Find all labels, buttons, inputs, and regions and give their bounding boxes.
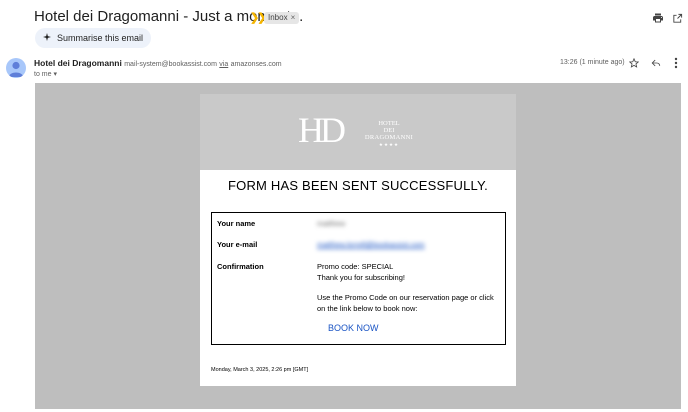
reply-icon[interactable] xyxy=(650,57,662,69)
footer-date: Monday, March 3, 2025, 2:26 pm [GMT] xyxy=(211,367,309,373)
important-marker-icon[interactable]: ❯❯ xyxy=(250,11,267,24)
instructions-text: Use the Promo Code on our reservation pa… xyxy=(317,293,494,313)
sender-line: Hotel dei Dragomanni mail-system@bookass… xyxy=(34,58,282,68)
star-icon[interactable] xyxy=(628,57,640,69)
inbox-label-text: Inbox xyxy=(268,13,288,22)
sparkle-icon xyxy=(43,33,51,43)
more-vert-icon[interactable] xyxy=(670,57,682,69)
email-value[interactable]: matthew.lorrell@bookassist.com xyxy=(317,240,425,249)
confirmation-label: Confirmation xyxy=(217,262,264,271)
summarise-email-button[interactable]: Summarise this email xyxy=(35,28,152,48)
name-value: matthew xyxy=(317,219,346,228)
print-icon[interactable] xyxy=(650,10,666,26)
sender-email: mail-system@bookassist.com xyxy=(124,61,217,68)
form-title: FORM HAS BEEN SENT SUCCESSFULLY. xyxy=(228,178,488,193)
logo-initials: HD xyxy=(298,110,346,150)
hotel-logo: HD HOTEL DEI DRAGOMANNI ★★★★ xyxy=(298,110,420,150)
name-label: Your name xyxy=(217,219,256,228)
avatar[interactable] xyxy=(6,58,26,78)
sender-name[interactable]: Hotel dei Dragomanni xyxy=(34,58,122,68)
via-domain: amazonses.com xyxy=(230,61,282,68)
logo-stars: ★★★★ xyxy=(378,142,400,147)
promo-code-text: Promo code: SPECIAL xyxy=(317,262,394,271)
email-label: Your e-mail xyxy=(217,240,258,249)
via-label[interactable]: via xyxy=(219,61,228,68)
timestamp: 13:26 (1 minute ago) xyxy=(560,59,625,66)
book-now-link[interactable]: BOOK NOW xyxy=(328,323,379,333)
thank-you-text: Thank you for subscribing! xyxy=(317,273,405,282)
logo-name-line2: DEI xyxy=(383,127,395,134)
logo-name-line1: HOTEL xyxy=(378,120,400,127)
chevron-down-icon[interactable]: ▾ xyxy=(53,71,57,78)
summarise-label: Summarise this email xyxy=(57,33,144,43)
recipient-line[interactable]: to me ▾ xyxy=(34,70,57,78)
logo-name-line3: DRAGOMANNI xyxy=(364,134,414,141)
open-in-new-window-icon[interactable] xyxy=(669,10,685,26)
to-label: to me xyxy=(34,71,52,78)
remove-label-button[interactable]: × xyxy=(291,13,296,22)
inbox-label-badge[interactable]: Inbox × xyxy=(264,12,300,24)
